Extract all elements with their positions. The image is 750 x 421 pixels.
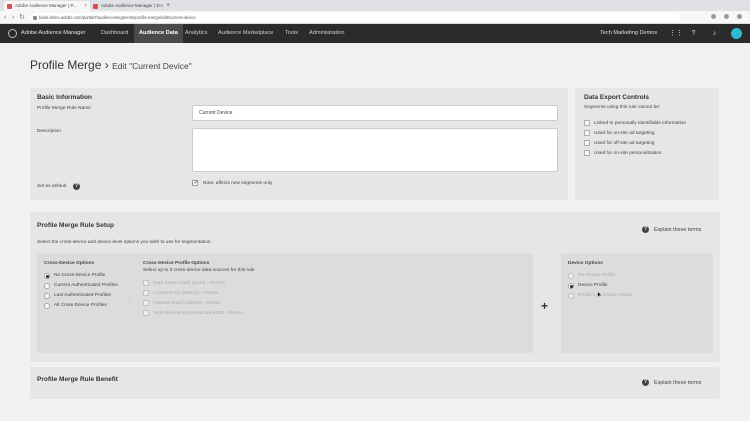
apps-grid-icon[interactable]: ⋮⋮ bbox=[669, 30, 683, 37]
menu-icon[interactable] bbox=[737, 14, 742, 19]
nav-administration[interactable]: Administration bbox=[304, 24, 349, 43]
export-item-label: Linked to personally identifiable inform… bbox=[594, 121, 686, 126]
adobe-logo-icon[interactable] bbox=[8, 29, 17, 38]
extension-icons bbox=[711, 14, 742, 19]
help-circle-icon[interactable]: ? bbox=[642, 379, 649, 386]
cross-device-option-label: No Cross-Device Profile bbox=[54, 273, 106, 278]
cdp-options-subtext: Select up to 3 cross-device data sources… bbox=[143, 268, 255, 273]
browser-tab-title: Adobe Audience Manager | P... bbox=[15, 3, 77, 8]
data-export-subtext: Segments using this rule cannot be: bbox=[584, 105, 661, 110]
adobe-favicon-icon bbox=[93, 3, 98, 9]
avatar[interactable] bbox=[731, 28, 742, 39]
nav-audience-marketplace[interactable]: Audience Marketplace bbox=[213, 24, 278, 43]
back-icon[interactable]: ‹ bbox=[4, 13, 6, 22]
export-checkbox-offsite-ad[interactable] bbox=[584, 140, 590, 146]
default-note: Note: affects new segments only bbox=[203, 181, 273, 186]
radio-no-cross-device[interactable] bbox=[44, 273, 50, 279]
radio-no-device-profile[interactable] bbox=[568, 273, 574, 279]
basic-info-panel: Basic Information Profile Merge Rule Nam… bbox=[30, 88, 568, 200]
help-icon[interactable]: ? bbox=[690, 30, 697, 37]
new-tab-icon[interactable]: + bbox=[166, 1, 170, 10]
cross-device-heading: Cross-Device Options bbox=[44, 261, 95, 266]
export-checkbox-onsite-ad[interactable] bbox=[584, 130, 590, 136]
export-item-label: Used for on-site ad targeting bbox=[594, 131, 655, 136]
data-export-heading: Data Export Controls bbox=[584, 94, 650, 101]
help-circle-icon[interactable]: ? bbox=[73, 183, 80, 190]
radio-current-authenticated[interactable] bbox=[44, 283, 50, 289]
description-label: Description bbox=[37, 129, 61, 134]
rule-name-label: Profile Merge Rule Name bbox=[37, 106, 91, 111]
rule-setup-description: Select the cross-device and device level… bbox=[37, 240, 211, 245]
rule-benefit-heading: Profile Merge Rule Benefit bbox=[37, 376, 118, 383]
export-item-label: Used for off-site ad targeting bbox=[594, 141, 655, 146]
device-options-heading: Device Options bbox=[568, 261, 603, 266]
device-option-label: Profile Link Device Graph bbox=[578, 293, 633, 298]
url-field[interactable]: bank.demo.adobe.com/portal/#/audience/se… bbox=[30, 13, 680, 22]
data-export-panel: Data Export Controls Segments using this… bbox=[575, 88, 719, 200]
adobe-favicon-icon bbox=[7, 3, 12, 9]
rule-setup-panel: Profile Merge Rule Setup Select the cros… bbox=[30, 212, 720, 362]
browser-tab-bar: Adobe Audience Manager | P... × Adobe Au… bbox=[0, 0, 750, 11]
radio-last-authenticated[interactable] bbox=[44, 293, 50, 299]
radio-profile-link-device-graph[interactable] bbox=[568, 293, 574, 299]
cdp-checkbox[interactable] bbox=[143, 280, 149, 286]
basic-info-heading: Basic Information bbox=[37, 94, 92, 101]
address-bar: ‹ › ↻ bank.demo.adobe.com/portal/#/audie… bbox=[0, 11, 750, 24]
cross-device-box: Cross-Device Options No Cross-Device Pro… bbox=[37, 253, 533, 353]
nav-dashboard[interactable]: Dashboard bbox=[96, 24, 133, 43]
cdp-option-label: Customer ID (0DB12) - Person bbox=[153, 291, 219, 296]
nav-audience-data[interactable]: Audience Data bbox=[134, 24, 183, 43]
cdp-checkbox[interactable] bbox=[143, 310, 149, 316]
help-circle-icon[interactable]: ? bbox=[642, 226, 649, 233]
cross-device-option-label: Current Authenticated Profiles bbox=[54, 283, 118, 288]
rule-setup-heading: Profile Merge Rule Setup bbox=[37, 222, 114, 229]
description-textarea[interactable] bbox=[192, 128, 558, 172]
export-item-label: Used for on-site personalization bbox=[594, 151, 662, 156]
url-text: bank.demo.adobe.com/portal/#/audience/se… bbox=[39, 15, 196, 20]
device-option-label: No Device Profile bbox=[578, 273, 616, 278]
bookmark-icon[interactable] bbox=[711, 14, 716, 19]
extension-icon[interactable] bbox=[724, 14, 729, 19]
org-name[interactable]: Tech Marketing Demos bbox=[600, 24, 657, 43]
page-title-text: Profile Merge bbox=[30, 58, 102, 72]
export-checkbox-onsite-personalization[interactable] bbox=[584, 150, 590, 156]
cdp-option-label: Hashed Email Address - Person bbox=[153, 301, 221, 306]
browser-tab-title: Adobe Audience Manager | D... bbox=[101, 3, 164, 8]
radio-device-profile[interactable] bbox=[568, 283, 574, 289]
page-title: Profile Merge › Edit "Current Device" bbox=[30, 58, 192, 72]
page-subtitle: Edit "Current Device" bbox=[112, 61, 192, 71]
arrow-right-icon: › bbox=[129, 296, 131, 302]
rule-name-input[interactable]: Current Device bbox=[192, 105, 558, 121]
app-name[interactable]: Adobe Audience Manager bbox=[21, 24, 85, 43]
forward-icon[interactable]: › bbox=[12, 13, 14, 22]
cdp-option-label: Data Store Leads (d123) - Person bbox=[153, 281, 225, 286]
browser-tab-1[interactable]: Adobe Audience Manager | P... × bbox=[4, 1, 90, 11]
plus-icon: + bbox=[541, 299, 549, 313]
cdp-checkbox[interactable] bbox=[143, 300, 149, 306]
close-tab-icon[interactable]: × bbox=[160, 1, 163, 11]
reload-icon[interactable]: ↻ bbox=[19, 13, 25, 22]
cross-device-option-label: Last Authenticated Profiles bbox=[54, 293, 111, 298]
notifications-icon[interactable]: ♪ bbox=[711, 30, 718, 37]
rule-benefit-panel: Profile Merge Rule Benefit ? Explain the… bbox=[30, 367, 720, 399]
explain-terms-link[interactable]: Explain these terms bbox=[654, 380, 701, 386]
explain-terms-link[interactable]: Explain these terms bbox=[654, 227, 701, 233]
app-navbar: Adobe Audience Manager Dashboard Audienc… bbox=[0, 24, 750, 43]
lock-icon bbox=[33, 15, 37, 20]
radio-all-cross-device[interactable] bbox=[44, 303, 50, 309]
cdp-checkbox[interactable] bbox=[143, 290, 149, 296]
browser-tab-2[interactable]: Adobe Audience Manager | D... × bbox=[90, 1, 166, 11]
nav-tools[interactable]: Tools bbox=[280, 24, 303, 43]
default-checkbox[interactable] bbox=[192, 179, 199, 186]
export-checkbox-pii[interactable] bbox=[584, 120, 590, 126]
device-option-label: Device Profile bbox=[578, 283, 608, 288]
cdp-option-label: Tech Marketing Demos d2d-4038 - Person bbox=[153, 311, 244, 316]
close-tab-icon[interactable]: × bbox=[84, 1, 87, 11]
cross-device-option-label: All Cross-Device Profiles bbox=[54, 303, 107, 308]
cdp-options-heading: Cross-Device Profile Options bbox=[143, 261, 210, 266]
breadcrumb-separator: › bbox=[104, 58, 109, 72]
device-options-box: Device Options No Device Profile Device … bbox=[561, 253, 713, 353]
set-default-label: Set as default bbox=[37, 184, 67, 189]
nav-analytics[interactable]: Analytics bbox=[180, 24, 212, 43]
